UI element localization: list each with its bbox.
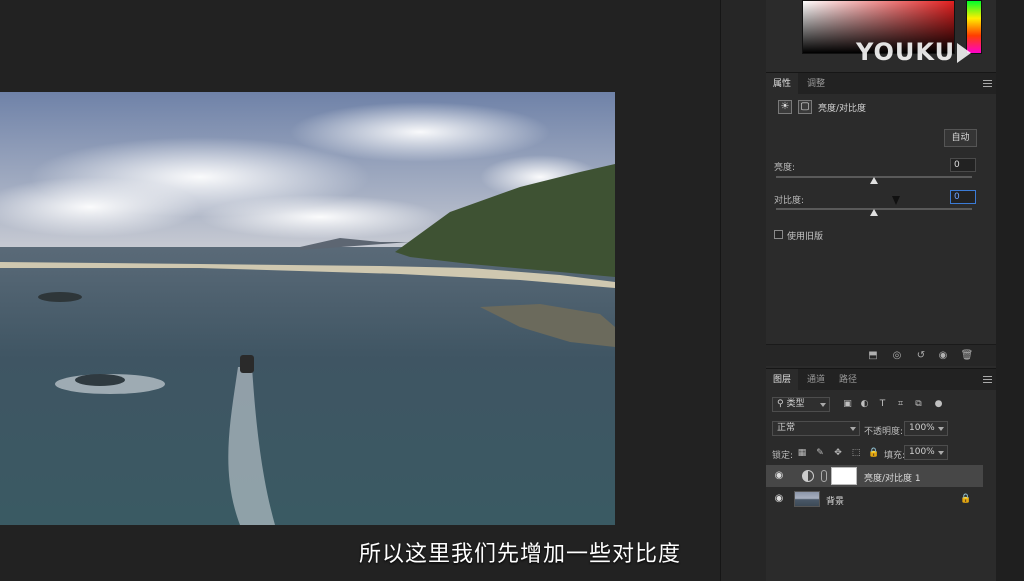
tab-layers[interactable]: 图层 [766,369,799,391]
shape-filter-icon[interactable]: ⌗ [894,398,907,411]
layers-tabbar: 图层 通道 路径 [766,368,996,391]
tab-paths[interactable]: 路径 [832,369,864,391]
smart-object-filter-icon[interactable]: ⧉ [912,398,925,411]
adjustment-icon [802,470,814,482]
tab-properties[interactable]: 属性 [766,73,799,95]
video-subtitle: 所以这里我们先增加一些对比度 [358,542,681,567]
menu-icon[interactable] [983,376,992,383]
filter-toggle-icon[interactable]: ● [932,398,945,411]
menu-icon[interactable] [983,80,992,87]
chevron-down-icon [938,427,944,431]
legacy-checkbox[interactable] [774,230,783,239]
layer-row[interactable]: ◉ 亮度/对比度 1 [766,465,983,487]
lock-all-icon[interactable]: 🔒 [868,447,880,459]
trash-icon[interactable]: 🗑 [960,349,974,363]
blend-mode-select[interactable]: 正常 [772,421,860,436]
eye-icon[interactable]: ◉ [936,349,950,363]
app-window: 所以这里我们先增加一些对比度 YOUKU 属性 调整 ☀ ▢ 亮度/对比度 自动… [0,0,1024,581]
chevron-down-icon [938,451,944,455]
contrast-input[interactable]: 0 [950,190,976,204]
layer-thumbnail [794,491,820,507]
watermark-text: YOUKU [856,38,956,66]
lock-transparent-icon[interactable]: ▦ [796,447,808,459]
canvas-area: 所以这里我们先增加一些对比度 [0,0,720,581]
layer-filter-row: ⚲ 类型 ▣ ◐ T ⌗ ⧉ ● [772,397,990,414]
tab-adjustments[interactable]: 调整 [800,73,832,95]
lock-label: 锁定: [772,451,794,461]
pixel-filter-icon[interactable]: ▣ [841,398,854,411]
eye-icon[interactable]: ◉ [773,470,785,482]
panel-edge [996,0,1024,581]
adjustment-title: 亮度/对比度 [818,104,867,114]
lock-icon: 🔒 [960,494,972,504]
lock-pixels-icon[interactable]: ✎ [814,447,826,459]
lock-position-icon[interactable]: ✥ [832,447,844,459]
mask-icon[interactable]: ▢ [798,100,812,114]
view-previous-icon[interactable]: ◎ [890,349,904,363]
right-panel: YOUKU 属性 调整 ☀ ▢ 亮度/对比度 自动 亮度: 0 对比度: 0 使… [766,0,996,581]
youku-watermark: YOUKU [856,38,972,66]
layer-row[interactable]: ◉ 背景 🔒 [766,488,983,510]
layer-name: 背景 [826,497,845,507]
tab-channels[interactable]: 通道 [800,369,832,391]
brightness-slider-thumb[interactable] [870,177,878,184]
contrast-slider-thumb[interactable] [870,209,878,216]
clip-to-layer-icon[interactable]: ⬒ [866,349,880,363]
type-filter-icon[interactable]: T [876,398,889,411]
opacity-input[interactable]: 100% [904,421,948,436]
layer-mask-thumbnail[interactable] [831,467,857,485]
opacity-label: 不透明度: [864,427,904,437]
reset-icon[interactable]: ↺ [914,349,928,363]
chevron-down-icon [850,427,856,431]
legacy-checkbox-label: 使用旧版 [787,232,824,242]
layer-name: 亮度/对比度 1 [864,474,921,484]
filter-type-select[interactable]: ⚲ 类型 [772,397,830,412]
chevron-down-icon [820,403,826,407]
brightness-input[interactable]: 0 [950,158,976,172]
mouse-cursor [892,196,900,205]
fill-input[interactable]: 100% [904,445,948,460]
chain-icon[interactable] [821,470,827,482]
adjustment-filter-icon[interactable]: ◐ [858,398,871,411]
properties-toolbar: ⬒ ◎ ↺ ◉ 🗑 [766,344,996,366]
lock-artboard-icon[interactable]: ⬚ [850,447,862,459]
auto-button[interactable]: 自动 [944,129,977,147]
sun-icon: ☀ [778,100,792,114]
document-photo[interactable] [0,92,615,525]
play-icon [957,43,972,63]
properties-tabbar: 属性 调整 [766,72,996,95]
fill-label: 填充: [884,451,906,461]
properties-header: ☀ ▢ 亮度/对比度 [772,98,994,118]
search-icon: ⚲ [777,399,784,409]
seascape-image [0,92,615,525]
brightness-label: 亮度: [774,163,796,173]
contrast-label: 对比度: [774,196,805,206]
panel-gutter [720,0,766,581]
eye-icon[interactable]: ◉ [773,493,785,505]
